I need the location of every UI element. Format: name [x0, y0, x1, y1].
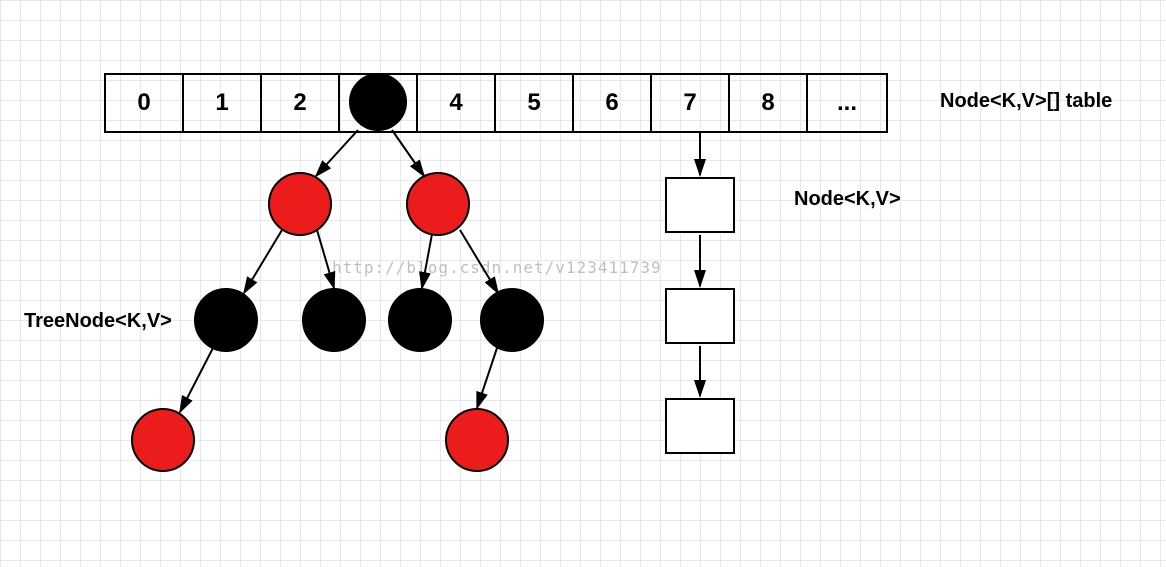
tree-l3-node-0	[131, 408, 195, 472]
list-box-1	[665, 288, 735, 344]
cell-6: 6	[574, 75, 652, 131]
tree-l1-node-1	[406, 172, 470, 236]
list-box-2	[665, 398, 735, 454]
tree-l3-node-1	[445, 408, 509, 472]
hash-table-array: 0 1 2 4 5 6 7 8 ...	[104, 73, 888, 133]
tree-l2-node-1	[302, 288, 366, 352]
cell-4: 4	[418, 75, 496, 131]
tree-l2-node-0	[194, 288, 258, 352]
table-label: Node<K,V>[] table	[940, 90, 1112, 113]
cell-3	[340, 75, 418, 131]
cell-1: 1	[184, 75, 262, 131]
tree-l2-node-3	[480, 288, 544, 352]
cell-2: 2	[262, 75, 340, 131]
cell-0: 0	[106, 75, 184, 131]
list-box-0	[665, 177, 735, 233]
tree-l1-node-0	[268, 172, 332, 236]
tree-root-node	[349, 73, 407, 131]
cell-ellipsis: ...	[808, 75, 886, 131]
cell-8: 8	[730, 75, 808, 131]
cell-7: 7	[652, 75, 730, 131]
watermark-text: http://blog.csdn.net/v123411739	[332, 258, 662, 277]
cell-5: 5	[496, 75, 574, 131]
tree-l2-node-2	[388, 288, 452, 352]
node-label: Node<K,V>	[794, 188, 901, 211]
treenode-label: TreeNode<K,V>	[24, 310, 172, 333]
